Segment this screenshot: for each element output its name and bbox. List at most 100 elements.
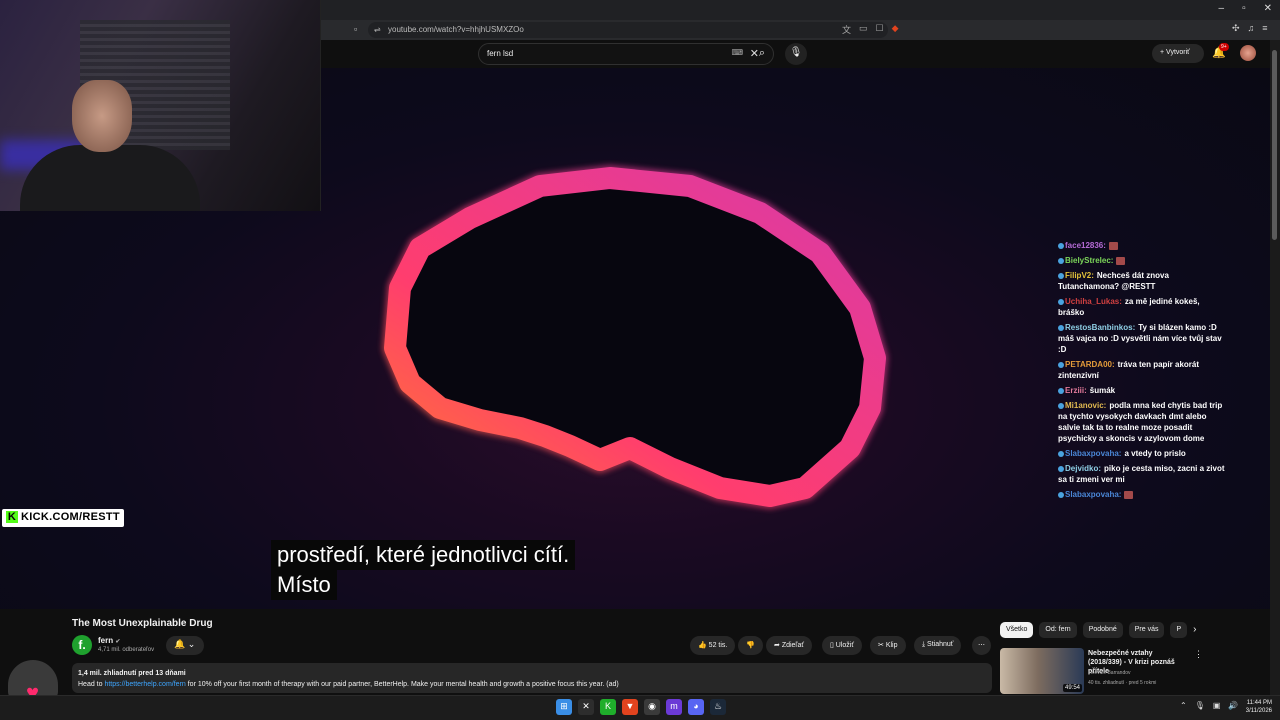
brave-shield-icon[interactable]: ◆ bbox=[892, 23, 899, 36]
kick-watermark: K KICK.COM/RESTT bbox=[2, 509, 124, 527]
badge-icon bbox=[1058, 272, 1064, 279]
chevron-up-icon[interactable]: ⌃ bbox=[1180, 701, 1187, 710]
kick-app-icon[interactable]: K bbox=[600, 699, 616, 715]
kick-logo-icon: K bbox=[6, 511, 18, 523]
like-button[interactable]: 👍 52 tis. bbox=[690, 636, 736, 655]
chat-username[interactable]: Slabaxpovaha: bbox=[1065, 490, 1121, 499]
chat-text: a vtedy to prislo bbox=[1124, 449, 1186, 458]
chevron-right-icon[interactable]: › bbox=[1193, 622, 1196, 638]
chat-username[interactable]: Mi1anovic: bbox=[1065, 401, 1106, 410]
voice-search-button[interactable]: 🎙 bbox=[785, 43, 807, 65]
notifications-button[interactable]: 🔔 9+ bbox=[1212, 43, 1229, 59]
obs-icon[interactable]: ◉ bbox=[644, 699, 660, 715]
chat-username[interactable]: RestosBanbinkos: bbox=[1065, 323, 1135, 332]
chat-message: RestosBanbinkos: Ty si blázen kamo :D máš… bbox=[1058, 322, 1228, 355]
bookmark-star-icon[interactable]: ☐ bbox=[876, 23, 884, 36]
steam-icon[interactable]: ♨ bbox=[710, 699, 726, 715]
extensions-icon[interactable]: ✣ bbox=[1232, 23, 1240, 34]
chat-message: Slabaxpovaha: a vtedy to prislo bbox=[1058, 448, 1228, 459]
app-icon[interactable]: m bbox=[666, 699, 682, 715]
minimize-button[interactable]: – bbox=[1219, 3, 1225, 14]
search-input[interactable]: fern lsd ⌨ ✕ bbox=[478, 43, 774, 65]
scrollbar[interactable] bbox=[1270, 40, 1280, 695]
recommended-thumbnail[interactable]: 49:54 bbox=[1000, 648, 1084, 694]
volume-icon[interactable]: 🔊 bbox=[1228, 701, 1238, 710]
clip-button[interactable]: ✂ Klip bbox=[870, 636, 906, 655]
search-icon: ⌕ bbox=[758, 47, 766, 59]
menu-icon[interactable]: ≡ bbox=[1262, 23, 1267, 34]
screenshot-icon[interactable]: ▭ bbox=[859, 23, 868, 36]
chip-related[interactable]: Podobné bbox=[1082, 622, 1123, 638]
address-icons: 文 ▭ ☐ ◆ bbox=[842, 23, 899, 36]
create-button[interactable]: + Vytvoriť bbox=[1152, 44, 1204, 63]
verified-icon: ✔ bbox=[115, 639, 121, 645]
share-icon: ➦ bbox=[774, 642, 782, 649]
chip-more[interactable]: P bbox=[1170, 622, 1188, 638]
close-window-button[interactable]: ✕ bbox=[1264, 3, 1272, 14]
chip-for-you[interactable]: Pre vás bbox=[1128, 622, 1165, 638]
recommended-channel[interactable]: Televize Barrandov bbox=[1088, 670, 1131, 676]
translate-icon[interactable]: 文 bbox=[842, 23, 851, 36]
thumbs-up-icon: 👍 bbox=[698, 642, 709, 649]
badge-icon bbox=[1058, 450, 1064, 457]
scissors-icon: ✂ bbox=[878, 642, 886, 649]
chat-username[interactable]: Slabaxpovaha: bbox=[1065, 449, 1121, 458]
chat-message: BielyStrelec: bbox=[1058, 255, 1228, 266]
chat-text: šumák bbox=[1089, 386, 1116, 395]
description-box[interactable]: 1,4 mil. zhliadnutí pred 13 dňami Head t… bbox=[72, 663, 992, 693]
description-text: Head to https://betterhelp.com/fern for … bbox=[78, 679, 986, 690]
save-button[interactable]: ▯ Uložiť bbox=[822, 636, 862, 655]
channel-avatar[interactable]: f. bbox=[72, 635, 92, 655]
music-icon[interactable]: ♫ bbox=[1248, 23, 1255, 34]
more-actions-button[interactable]: ⋯ bbox=[972, 636, 991, 655]
video-duration: 49:54 bbox=[1062, 684, 1082, 692]
create-label: Vytvoriť bbox=[1166, 49, 1190, 56]
scrollbar-thumb[interactable] bbox=[1272, 50, 1277, 240]
brave-icon[interactable]: ▼ bbox=[622, 699, 638, 715]
chip-from-fern[interactable]: Od: fern bbox=[1039, 622, 1077, 638]
mic-tray-icon[interactable]: 🎙 bbox=[1195, 701, 1205, 710]
clock[interactable]: 11:44 PM 3/11/2026 bbox=[1238, 699, 1272, 715]
chat-username[interactable]: FilipV2: bbox=[1065, 271, 1094, 280]
chat-username[interactable]: Uchiha_Lukas: bbox=[1065, 297, 1122, 306]
site-info-icon[interactable]: ⇌ bbox=[374, 25, 381, 34]
betterhelp-link[interactable]: https://betterhelp.com/fern bbox=[104, 681, 185, 688]
address-bar[interactable]: ⇌ youtube.com/watch?v=hhjhUSMXZOo bbox=[368, 22, 888, 38]
subtitles: prostředí, které jednotlivci cítí. Místo bbox=[271, 540, 611, 600]
xbox-icon[interactable]: ✕ bbox=[578, 699, 594, 715]
system-tray: ⌃ 🎙 ▣ 🔊 bbox=[1180, 701, 1238, 710]
badge-icon bbox=[1058, 491, 1064, 498]
chip-all[interactable]: Všetko bbox=[1000, 622, 1034, 638]
search-value: fern lsd bbox=[487, 49, 514, 58]
download-button[interactable]: ⤓ Stiahnuť bbox=[914, 636, 962, 655]
keyboard-icon[interactable]: ⌨ bbox=[731, 48, 743, 57]
webcam-streamer-head bbox=[72, 80, 132, 152]
channel-name-text: fern bbox=[98, 636, 114, 645]
discord-icon[interactable]: ◕ bbox=[688, 699, 704, 715]
emote-icon bbox=[1124, 490, 1134, 499]
bell-outline-icon: 🔔 bbox=[174, 639, 186, 649]
emote-icon bbox=[1108, 241, 1118, 250]
chat-message: Slabaxpovaha: bbox=[1058, 489, 1228, 500]
search-button[interactable]: ⌕ bbox=[750, 43, 774, 65]
subscribed-bell-button[interactable]: 🔔 ⌄ bbox=[166, 636, 204, 655]
subscriber-count: 4,71 mil. odberateľov bbox=[98, 647, 155, 653]
subtitle-line-1: prostředí, které jednotlivci cítí. bbox=[271, 540, 576, 570]
network-icon[interactable]: ▣ bbox=[1213, 701, 1221, 710]
chat-username[interactable]: PETARDA00: bbox=[1065, 360, 1115, 369]
channel-name[interactable]: fern ✔ bbox=[98, 636, 120, 645]
chat-username[interactable]: BielyStrelec: bbox=[1065, 256, 1113, 265]
chat-username[interactable]: Dejvidko: bbox=[1065, 464, 1101, 473]
recommended-more-icon[interactable]: ⋮ bbox=[1194, 649, 1203, 660]
maximize-button[interactable]: ▫ bbox=[1242, 3, 1246, 14]
chat-username[interactable]: Erziii: bbox=[1065, 386, 1087, 395]
windows-icon[interactable]: ⊞ bbox=[556, 699, 572, 715]
kick-label: KICK.COM/RESTT bbox=[21, 511, 120, 523]
avatar[interactable] bbox=[1240, 45, 1256, 61]
dislike-button[interactable]: 👎 bbox=[738, 636, 763, 655]
badge-icon bbox=[1058, 465, 1064, 472]
chat-username[interactable]: face12836: bbox=[1065, 241, 1106, 250]
bookmark-icon[interactable]: ▫ bbox=[354, 24, 357, 34]
share-button[interactable]: ➦ Zdieľať bbox=[766, 636, 812, 655]
mic-icon: 🎙 bbox=[789, 47, 803, 58]
